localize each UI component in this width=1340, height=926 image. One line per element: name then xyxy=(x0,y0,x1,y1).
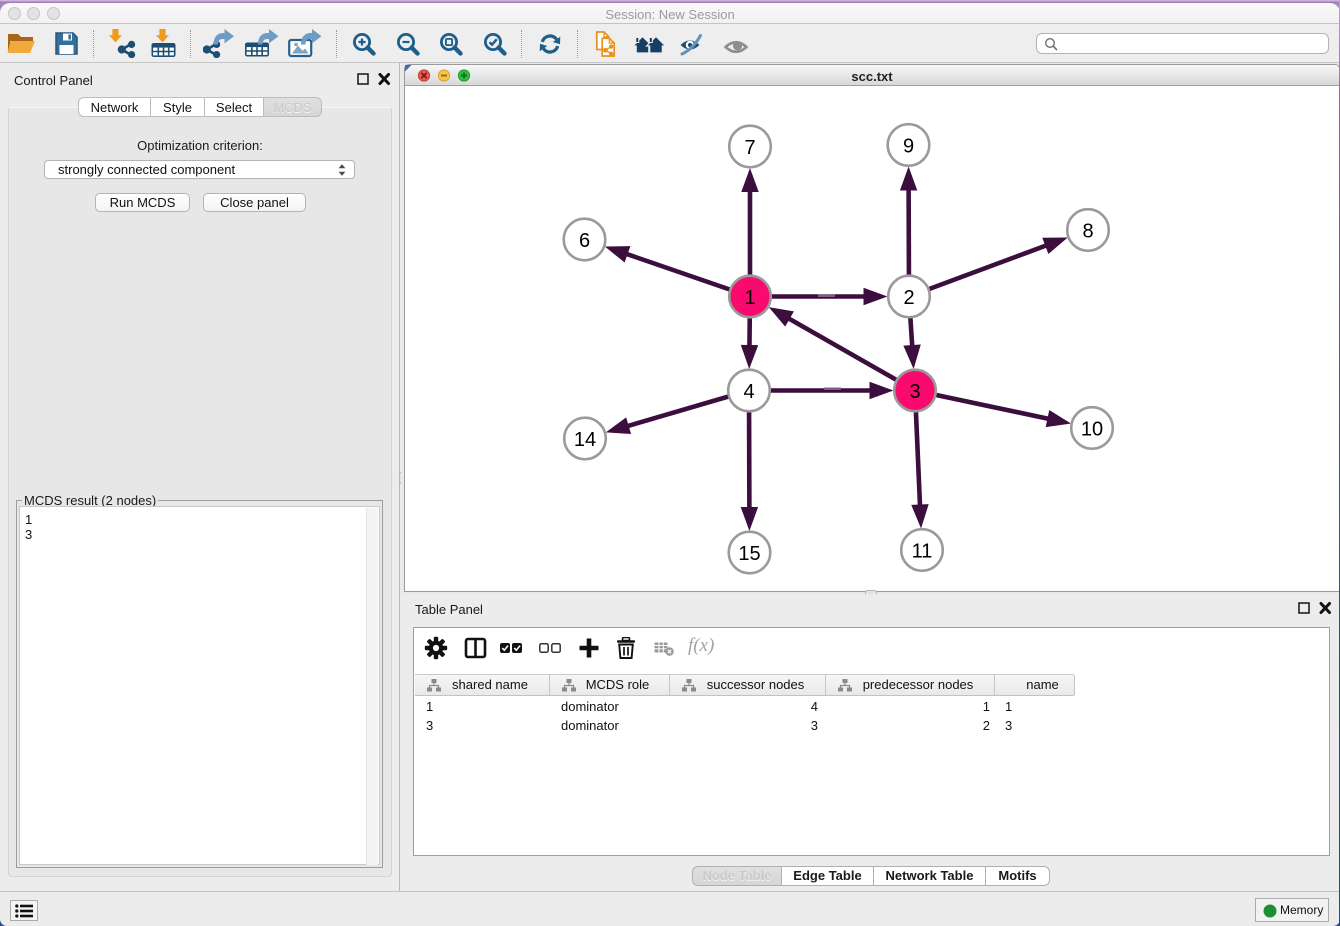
svg-text:6: 6 xyxy=(579,230,590,252)
svg-text:1: 1 xyxy=(744,287,755,309)
svg-text:11: 11 xyxy=(912,541,933,563)
svg-text:8: 8 xyxy=(1082,221,1093,243)
svg-text:7: 7 xyxy=(744,137,755,159)
svg-text:14: 14 xyxy=(574,429,596,451)
svg-text:4: 4 xyxy=(743,381,754,403)
svg-text:9: 9 xyxy=(903,136,914,158)
svg-text:15: 15 xyxy=(738,543,760,565)
svg-text:2: 2 xyxy=(903,287,914,309)
svg-text:3: 3 xyxy=(909,381,920,403)
svg-text:10: 10 xyxy=(1081,419,1103,441)
